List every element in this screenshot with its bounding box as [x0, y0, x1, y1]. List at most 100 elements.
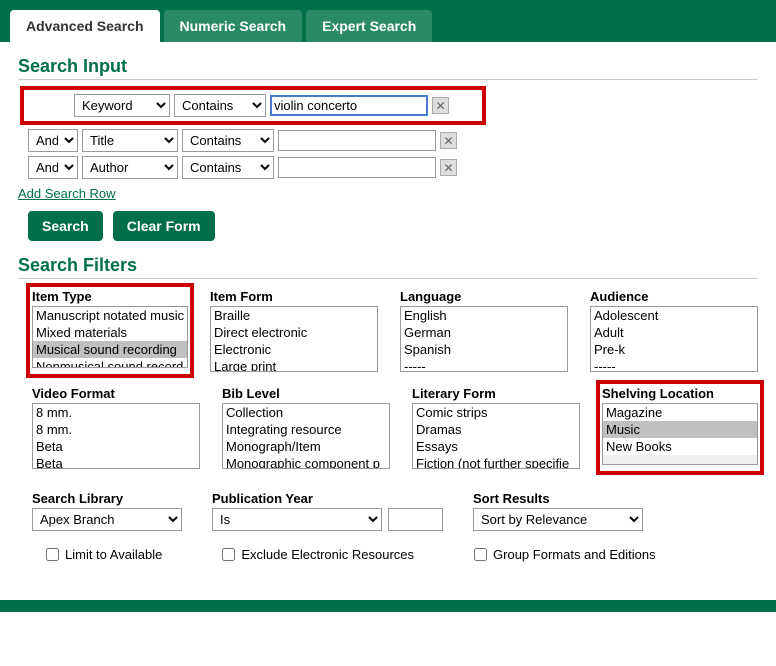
- add-search-row-link[interactable]: Add Search Row: [18, 186, 116, 201]
- list-item[interactable]: Manuscript notated music: [33, 307, 187, 324]
- filter-bib-level-list[interactable]: Collection Integrating resource Monograp…: [222, 403, 390, 469]
- list-item[interactable]: New Books: [603, 438, 757, 455]
- search-button[interactable]: Search: [28, 211, 103, 241]
- filter-literary-form-label: Literary Form: [412, 386, 580, 401]
- filter-audience-label: Audience: [590, 289, 758, 304]
- filter-item-form-list[interactable]: Braille Direct electronic Electronic Lar…: [210, 306, 378, 372]
- list-item[interactable]: Comic strips: [413, 404, 579, 421]
- list-item[interactable]: Dramas: [413, 421, 579, 438]
- list-item[interactable]: Magazine: [603, 404, 757, 421]
- boolean-select-3[interactable]: And: [28, 156, 78, 179]
- list-item[interactable]: 8 mm.: [33, 404, 199, 421]
- filter-literary-form: Literary Form Comic strips Dramas Essays…: [412, 386, 580, 469]
- main-content: Search Input Keyword Contains ✕ And Titl…: [0, 42, 776, 576]
- filter-item-type-list[interactable]: Manuscript notated music Mixed materials…: [32, 306, 188, 368]
- search-library-select[interactable]: Apex Branch: [32, 508, 182, 531]
- group-formats-label[interactable]: Group Formats and Editions: [474, 547, 656, 562]
- sort-results-label: Sort Results: [473, 491, 643, 506]
- list-item[interactable]: Direct electronic: [211, 324, 377, 341]
- limit-available-text: Limit to Available: [65, 547, 162, 562]
- filter-language-label: Language: [400, 289, 568, 304]
- search-rows: Keyword Contains ✕ And Title Contains ✕ …: [28, 86, 758, 179]
- filter-language-list[interactable]: English German Spanish -----: [400, 306, 568, 372]
- clear-row-1-button[interactable]: ✕: [432, 97, 449, 114]
- list-item[interactable]: Monographic component p: [223, 455, 389, 469]
- publication-year-input[interactable]: [388, 508, 443, 531]
- list-item[interactable]: Integrating resource: [223, 421, 389, 438]
- search-row-2: And Title Contains ✕: [28, 129, 758, 152]
- list-item[interactable]: Adolescent: [591, 307, 757, 324]
- filter-audience-list[interactable]: Adolescent Adult Pre-k -----: [590, 306, 758, 372]
- tab-numeric-search[interactable]: Numeric Search: [164, 10, 303, 42]
- list-item[interactable]: Monograph/Item: [223, 438, 389, 455]
- list-item[interactable]: Electronic: [211, 341, 377, 358]
- sort-results-select[interactable]: Sort by Relevance: [473, 508, 643, 531]
- list-item[interactable]: Collection: [223, 404, 389, 421]
- filter-item-type: Item Type Manuscript notated music Mixed…: [26, 283, 194, 378]
- term-input-1[interactable]: [270, 95, 428, 116]
- list-item[interactable]: 8 mm.: [33, 421, 199, 438]
- list-item[interactable]: Large print: [211, 358, 377, 372]
- filters-grid: Item Type Manuscript notated music Mixed…: [32, 289, 758, 469]
- operator-select-2[interactable]: Contains: [182, 129, 274, 152]
- exclude-electronic-text: Exclude Electronic Resources: [241, 547, 414, 562]
- search-row-3: And Author Contains ✕: [28, 156, 758, 179]
- group-formats-text: Group Formats and Editions: [493, 547, 656, 562]
- field-select-1[interactable]: Keyword: [74, 94, 170, 117]
- list-item[interactable]: Braille: [211, 307, 377, 324]
- field-select-3[interactable]: Author: [82, 156, 178, 179]
- tab-bar: Advanced Search Numeric Search Expert Se…: [0, 0, 776, 42]
- limit-available-checkbox[interactable]: [46, 548, 59, 561]
- clear-row-3-button[interactable]: ✕: [440, 159, 457, 176]
- list-item[interactable]: Mixed materials: [33, 324, 187, 341]
- list-item[interactable]: Pre-k: [591, 341, 757, 358]
- publication-year-col: Publication Year Is: [212, 491, 443, 531]
- operator-select-3[interactable]: Contains: [182, 156, 274, 179]
- filter-shelving-location-list[interactable]: Magazine Music New Books: [602, 403, 758, 465]
- term-input-2[interactable]: [278, 130, 436, 151]
- filter-item-form-label: Item Form: [210, 289, 378, 304]
- list-item[interactable]: Nonmusical sound record: [33, 358, 187, 368]
- list-item[interactable]: Musical sound recording: [33, 341, 187, 358]
- list-item[interactable]: -----: [591, 358, 757, 372]
- term-input-3[interactable]: [278, 157, 436, 178]
- tab-expert-search[interactable]: Expert Search: [306, 10, 432, 42]
- list-item[interactable]: Adult: [591, 324, 757, 341]
- group-formats-checkbox[interactable]: [474, 548, 487, 561]
- list-item[interactable]: English: [401, 307, 567, 324]
- sort-results-col: Sort Results Sort by Relevance: [473, 491, 643, 531]
- filter-bib-level: Bib Level Collection Integrating resourc…: [222, 386, 390, 469]
- search-row-1: Keyword Contains ✕: [20, 86, 486, 125]
- filter-video-format-label: Video Format: [32, 386, 200, 401]
- search-filters-heading: Search Filters: [18, 255, 758, 279]
- clear-row-2-button[interactable]: ✕: [440, 132, 457, 149]
- boolean-select-2[interactable]: And: [28, 129, 78, 152]
- filter-bib-level-label: Bib Level: [222, 386, 390, 401]
- list-item[interactable]: Spanish: [401, 341, 567, 358]
- clear-form-button[interactable]: Clear Form: [113, 211, 215, 241]
- limit-available-label[interactable]: Limit to Available: [46, 547, 162, 562]
- list-item[interactable]: German: [401, 324, 567, 341]
- search-library-label: Search Library: [32, 491, 182, 506]
- filter-shelving-location-label: Shelving Location: [602, 386, 758, 401]
- search-library-col: Search Library Apex Branch: [32, 491, 182, 531]
- list-item[interactable]: Beta: [33, 455, 199, 469]
- filter-shelving-location: Shelving Location Magazine Music New Boo…: [596, 380, 764, 475]
- list-item[interactable]: Essays: [413, 438, 579, 455]
- filter-video-format-list[interactable]: 8 mm. 8 mm. Beta Beta: [32, 403, 200, 469]
- tab-advanced-search[interactable]: Advanced Search: [10, 10, 160, 42]
- list-item[interactable]: Beta: [33, 438, 199, 455]
- field-select-2[interactable]: Title: [82, 129, 178, 152]
- search-input-heading: Search Input: [18, 56, 758, 80]
- list-item[interactable]: Music: [603, 421, 757, 438]
- filter-item-type-label: Item Type: [32, 289, 188, 304]
- publication-year-op-select[interactable]: Is: [212, 508, 382, 531]
- list-item[interactable]: -----: [401, 358, 567, 372]
- exclude-electronic-label[interactable]: Exclude Electronic Resources: [222, 547, 414, 562]
- filter-video-format: Video Format 8 mm. 8 mm. Beta Beta: [32, 386, 200, 469]
- operator-select-1[interactable]: Contains: [174, 94, 266, 117]
- list-item[interactable]: Fiction (not further specifie: [413, 455, 579, 469]
- exclude-electronic-checkbox[interactable]: [222, 548, 235, 561]
- filter-audience: Audience Adolescent Adult Pre-k -----: [590, 289, 758, 372]
- filter-literary-form-list[interactable]: Comic strips Dramas Essays Fiction (not …: [412, 403, 580, 469]
